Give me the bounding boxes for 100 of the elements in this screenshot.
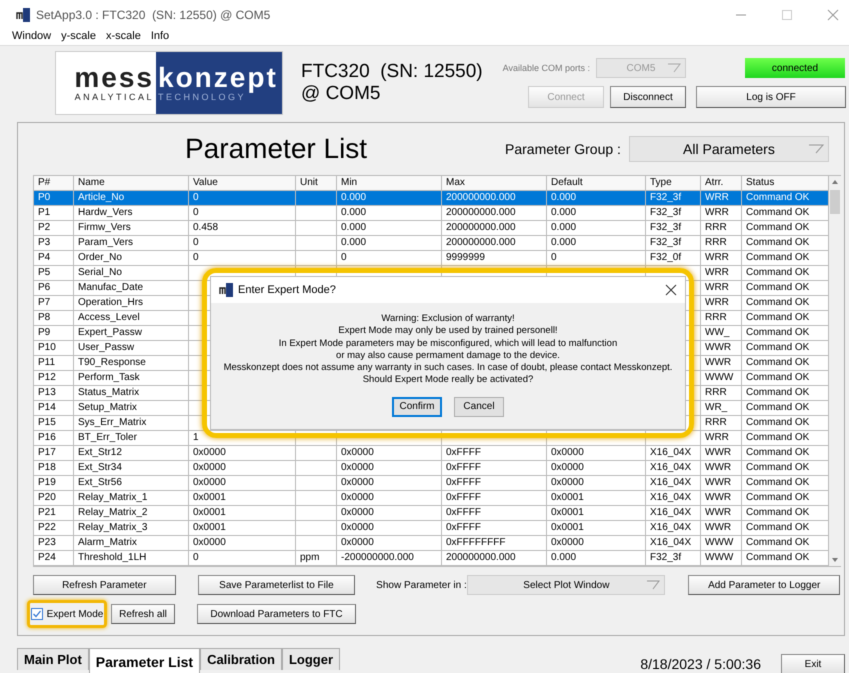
message-line: Messkonzept does not assume any warranty in such cases. In case of doubt, please contact Messkonzept. (224, 362, 672, 374)
table-cell: 0.000 (547, 191, 646, 206)
table-cell: P12 (34, 371, 74, 386)
table-row[interactable]: P16 BT_Err_Toler 1 WRR Command OK (34, 431, 829, 446)
caret-icon (808, 144, 824, 154)
table-cell: Serial_No (74, 266, 189, 281)
message-line: Expert Mode may only be used by trained personell! (338, 325, 558, 338)
table-cell: P16 (34, 431, 74, 446)
table-cell: WRR (701, 191, 742, 206)
dialog-button[interactable]: Confirm (392, 396, 442, 417)
table-cell: WRR (701, 206, 742, 221)
table-row[interactable]: P3 Param_Vers 0 0.000 200000000.000 0.000 F32_3f RRR Command OK (34, 236, 829, 251)
table-cell: WRR (701, 431, 742, 446)
table-row[interactable]: P4 Order_No 0 0 9999999 0 F32_0f WRR Command OK (34, 251, 829, 266)
close-icon[interactable] (665, 284, 677, 296)
dialog-button[interactable]: Cancel (454, 396, 504, 417)
parameter-group-dropdown[interactable]: All Parameters (628, 136, 829, 162)
table-cell: 200000000.000 (442, 206, 547, 221)
table-row[interactable]: P2 Firmw_Vers 0.458 0.000 200000000.000 0.000 F32_3f RRR Command OK (34, 221, 829, 236)
table-cell: Access_Level (74, 311, 189, 326)
table-cell: P22 (34, 521, 74, 536)
scrollbar-thumb[interactable] (830, 190, 840, 214)
table-row[interactable]: P22 Relay_Matrix_3 0x0001 0x0000 0xFFFF 0x0001 X16_04X WWR Command OK (34, 521, 829, 536)
com-ports-label: Available COM ports : (502, 63, 590, 73)
table-cell: P5 (34, 266, 74, 281)
download-parameters-button[interactable]: Download Parameters to FTC (197, 604, 356, 624)
table-cell: 0.000 (547, 236, 646, 251)
refresh-all-button[interactable]: Refresh all (111, 604, 175, 624)
table-cell: 0x0000 (337, 536, 442, 551)
checkbox[interactable] (30, 608, 43, 620)
panel-title: Parameter List (185, 133, 368, 165)
table-cell: Relay_Matrix_1 (74, 491, 189, 506)
table-cell: 0x0001 (189, 521, 296, 536)
table-row[interactable]: P21 Relay_Matrix_2 0x0001 0x0000 0xFFFF 0x0001 X16_04X WWR Command OK (34, 506, 829, 521)
tab[interactable]: Calibration (200, 648, 282, 670)
add-to-logger-button[interactable]: Add Parameter to Logger (688, 575, 840, 595)
table-row[interactable]: P18 Ext_Str34 0x0000 0x0000 0xFFFF 0x0000 X16_04X WWR Command OK (34, 461, 829, 476)
table-row[interactable]: P20 Relay_Matrix_1 0x0001 0x0000 0xFFFF 0x0001 X16_04X WWR Command OK (34, 491, 829, 506)
scrollbar[interactable] (829, 176, 841, 566)
table-row[interactable]: P23 Alarm_Matrix 0x0000 0x0000 0xFFFFFFFF 0x0000 X16_04X WWW Command OK (34, 536, 829, 551)
table-cell: F32_0f (646, 251, 701, 266)
table-cell: 0.458 (189, 221, 296, 236)
table-cell: P0 (34, 191, 74, 206)
tab[interactable]: Parameter List (88, 648, 200, 673)
device-name: FTC320 (SN: 12550) (301, 61, 484, 83)
table-cell: 9999999 (442, 251, 547, 266)
table-cell: F32_3f (646, 206, 701, 221)
menu-item[interactable]: Window (12, 30, 52, 45)
table-cell: Relay_Matrix_2 (74, 506, 189, 521)
table-cell: RRR (701, 221, 742, 236)
exit-button[interactable]: Exit (781, 654, 845, 673)
table-cell: RRR (701, 416, 742, 431)
table-row[interactable]: P0 Article_No 0 0.000 200000000.000 0.000 F32_3f WRR Command OK (34, 191, 829, 206)
table-cell: Expert_Passw (74, 326, 189, 341)
connection-status: connected (745, 58, 845, 78)
table-row[interactable]: P24 Threshold_1LH 0 ppm -200000000.000 200000000.000 0.000 F32_3f WWW Command OK (34, 551, 829, 566)
checkbox-label[interactable]: Expert Mode (46, 608, 104, 620)
table-cell: P7 (34, 296, 74, 311)
table-row[interactable]: P1 Hardw_Vers 0 0.000 200000000.000 0.000 F32_3f WRR Command OK (34, 206, 829, 221)
refresh-parameter-button[interactable]: Refresh Parameter (33, 575, 176, 595)
table-cell: P17 (34, 446, 74, 461)
table-cell: P13 (34, 386, 74, 401)
table-cell: P4 (34, 251, 74, 266)
menu-item[interactable]: Info (150, 30, 170, 45)
table-cell: User_Passw (74, 341, 189, 356)
app-icon (219, 283, 233, 297)
table-cell: 0xFFFF (442, 446, 547, 461)
table-cell: 0 (547, 251, 646, 266)
table-cell: RRR (701, 311, 742, 326)
table-cell: Firmw_Vers (74, 221, 189, 236)
window-title: SetApp3.0 : FTC320 (SN: 12550) @ COM5 (36, 8, 270, 22)
table-cell: 0xFFFF (442, 476, 547, 491)
table-cell: 0 (189, 236, 296, 251)
show-parameter-label: Show Parameter in : (376, 580, 468, 590)
table-cell: 0.000 (547, 551, 646, 566)
tab[interactable]: Logger (282, 648, 340, 670)
menu-item[interactable]: x-scale (106, 30, 141, 45)
menu-item[interactable]: y-scale (61, 30, 96, 45)
plot-window-dropdown[interactable]: Select Plot Window (467, 575, 666, 595)
log-button[interactable]: Log is OFF (696, 86, 846, 108)
table-row[interactable]: P19 Ext_Str56 0x0000 0x0000 0xFFFF 0x0000 X16_04X WWR Command OK (34, 476, 829, 491)
table-cell: 0x0000 (337, 476, 442, 491)
table-cell: 0 (189, 251, 296, 266)
message-line: In Expert Mode parameters may be misconfigured, which will lead to malfunction (278, 338, 618, 350)
table-cell: P1 (34, 206, 74, 221)
table-cell: X16_04X (646, 461, 701, 476)
table-cell: 0.000 (337, 221, 442, 236)
save-parameterlist-button[interactable]: Save Parameterlist to File (198, 575, 356, 595)
table-cell: P8 (34, 311, 74, 326)
table-row[interactable]: P17 Ext_Str12 0x0000 0x0000 0xFFFF 0x0000 X16_04X WWR Command OK (34, 446, 829, 461)
table-cell: WWR (701, 461, 742, 476)
table-cell: Setup_Matrix (74, 401, 189, 416)
device-port: @ COM5 (301, 83, 382, 105)
table-cell: ppm (296, 551, 337, 566)
tab[interactable]: Main Plot (17, 648, 89, 670)
maximize-icon[interactable] (781, 9, 793, 21)
disconnect-button[interactable]: Disconnect (610, 86, 686, 108)
table-cell: WWR (701, 521, 742, 536)
table-cell: P15 (34, 416, 74, 431)
date-time: 8/18/2023 / 5:00:36 (640, 656, 761, 672)
